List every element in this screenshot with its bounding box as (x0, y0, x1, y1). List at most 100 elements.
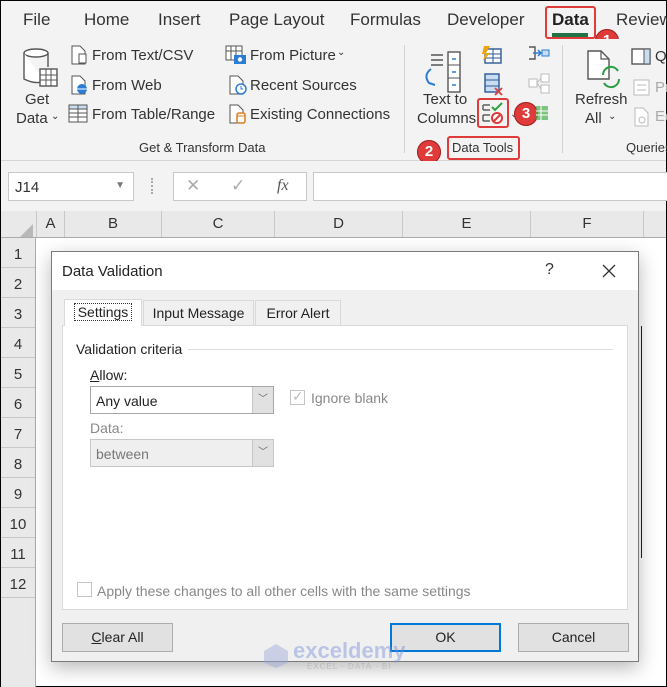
existing-connections-button[interactable]: Existing Connections (250, 106, 390, 123)
refresh-all-icon (587, 50, 621, 89)
tab-developer[interactable]: Developer (447, 10, 525, 30)
highlight-data-validation (477, 98, 509, 128)
tab-settings-label: Settings (73, 303, 133, 321)
from-web-button[interactable]: From Web (92, 77, 162, 94)
get-data-label-2[interactable]: Data (16, 110, 48, 127)
row-header[interactable]: 3 (1, 298, 35, 328)
highlight-data-tab (545, 6, 596, 39)
settings-panel: Validation criteria Allow: Any value ﹀ I… (62, 325, 628, 610)
refresh-all-chevron-icon[interactable]: ⌄ (608, 111, 616, 122)
recent-sources-button[interactable]: Recent Sources (250, 77, 357, 94)
allow-select[interactable]: Any value ﹀ (90, 386, 274, 414)
group-separator (562, 45, 563, 153)
formula-bar: J14 ▼ ✕ ✓ fx (1, 161, 667, 211)
allow-select-value: Any value (96, 393, 158, 409)
column-header-b[interactable]: B (65, 211, 162, 237)
edit-links-icon (634, 107, 649, 127)
relationships-icon (528, 73, 550, 94)
picture-icon (225, 45, 246, 64)
tab-page-layout[interactable]: Page Layout (229, 10, 324, 30)
remove-duplicates-icon (484, 73, 503, 96)
cancel-entry-icon[interactable]: ✕ (186, 176, 200, 196)
from-table-range-button[interactable]: From Table/Range (92, 106, 215, 123)
group-label-get-transform: Get & Transform Data (139, 140, 266, 155)
row-header[interactable]: 11 (1, 538, 35, 568)
ribbon-tab-bar: File Home Insert Page Layout Formulas De… (1, 1, 667, 53)
enter-entry-icon[interactable]: ✓ (231, 176, 245, 196)
properties-icon (633, 79, 650, 96)
refresh-all-label-2[interactable]: All (585, 110, 602, 127)
existing-connections-icon (229, 104, 246, 124)
close-icon[interactable] (595, 258, 623, 284)
cancel-button[interactable]: Cancel (518, 623, 629, 652)
data-select-value: between (96, 446, 149, 462)
watermark-subtext: EXCEL · DATA · BI (307, 662, 392, 671)
ignore-blank-label: Ignore blank (311, 390, 389, 406)
data-model-icon (536, 106, 548, 120)
web-globe-icon (71, 75, 87, 95)
apply-to-all-label: Apply these changes to all other cells w… (97, 583, 471, 599)
get-data-label-1[interactable]: Get (25, 91, 49, 108)
tab-review[interactable]: Review (616, 10, 667, 30)
clear-all-button[interactable]: Clear All (62, 623, 173, 652)
row-header[interactable]: 5 (1, 358, 35, 388)
row-header[interactable]: 9 (1, 478, 35, 508)
resize-handle[interactable] (151, 178, 154, 194)
properties-button[interactable]: Pr (655, 79, 667, 96)
edit-links-button[interactable]: Ec (655, 108, 667, 125)
chevron-down-icon[interactable]: ﹀ (252, 440, 273, 466)
text-to-columns-label-2[interactable]: Columns (417, 110, 476, 127)
watermark: exceldemy EXCEL · DATA · BI (263, 638, 408, 673)
flash-fill-icon (482, 46, 502, 64)
column-header-f[interactable]: F (531, 211, 644, 237)
tab-formulas[interactable]: Formulas (350, 10, 421, 30)
database-table-icon (23, 48, 58, 87)
tab-file[interactable]: File (23, 10, 50, 30)
queries-connections-button[interactable]: Q (655, 48, 667, 65)
refresh-all-label-1[interactable]: Refresh (575, 91, 628, 108)
ribbon: Get Data ⌄ From Text/CSV From Web From T… (1, 39, 667, 164)
column-header-c[interactable]: C (162, 211, 275, 237)
name-box[interactable]: J14 ▼ (8, 172, 134, 201)
cell-border-fragment (641, 326, 642, 558)
dialog-title-bar[interactable]: Data Validation ? (52, 252, 638, 290)
name-box-dropdown-icon[interactable]: ▼ (115, 180, 125, 191)
column-header-d[interactable]: D (275, 211, 403, 237)
tab-insert[interactable]: Insert (158, 10, 201, 30)
row-header[interactable]: 12 (1, 568, 35, 598)
from-picture-button[interactable]: From Picture (250, 47, 336, 64)
data-label: Data: (90, 420, 124, 436)
recent-sources-clock-icon (229, 75, 247, 95)
ignore-blank-checkbox[interactable] (290, 388, 305, 405)
row-header[interactable]: 2 (1, 268, 35, 298)
group-divider (183, 349, 613, 350)
tab-home[interactable]: Home (84, 10, 129, 30)
get-data-chevron-icon[interactable]: ⌄ (51, 111, 59, 122)
row-header[interactable]: 1 (1, 238, 35, 268)
consolidate-icon (529, 46, 550, 60)
row-header[interactable]: 10 (1, 508, 35, 538)
tab-settings[interactable]: Settings (64, 299, 142, 326)
formula-input[interactable] (313, 172, 667, 201)
from-text-csv-button[interactable]: From Text/CSV (92, 47, 193, 64)
select-all-corner[interactable] (20, 224, 33, 237)
row-header[interactable]: 7 (1, 418, 35, 448)
column-header-e[interactable]: E (403, 211, 531, 237)
column-headers: A B C D E F (1, 211, 666, 238)
apply-to-all-checkbox[interactable] (77, 582, 92, 597)
dialog-title: Data Validation (62, 263, 163, 280)
from-picture-chevron-icon[interactable]: ⌄ (337, 47, 345, 58)
row-header[interactable]: 4 (1, 328, 35, 358)
insert-function-icon[interactable]: fx (277, 177, 289, 195)
help-button[interactable]: ? (545, 261, 554, 279)
data-select[interactable]: between ﹀ (90, 439, 274, 467)
chevron-down-icon[interactable]: ﹀ (252, 387, 273, 413)
text-to-columns-label-1[interactable]: Text to (423, 91, 467, 108)
tab-input-message[interactable]: Input Message (143, 300, 254, 326)
row-header[interactable]: 6 (1, 388, 35, 418)
column-header-a[interactable]: A (36, 211, 65, 237)
validation-criteria-label: Validation criteria (76, 341, 189, 357)
allow-label: Allow: (90, 367, 128, 383)
tab-error-alert[interactable]: Error Alert (255, 300, 341, 326)
row-header[interactable]: 8 (1, 448, 35, 478)
